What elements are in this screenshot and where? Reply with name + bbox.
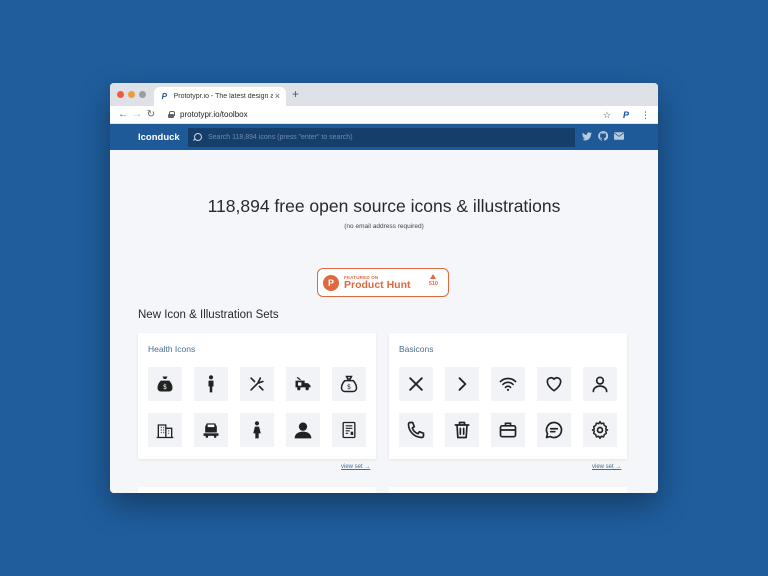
product-hunt-votes: 510 <box>429 274 438 287</box>
tab-strip: P Prototypr.io - The latest design and ×… <box>110 83 658 106</box>
trash-icon[interactable] <box>445 413 479 447</box>
phone-icon[interactable] <box>399 413 433 447</box>
chevron-right-icon[interactable] <box>445 367 479 401</box>
upvote-arrow-icon <box>430 274 437 279</box>
view-set-link-basicons[interactable]: view set → <box>592 464 621 470</box>
search-bar[interactable]: Search 118,894 icons (press "enter" to s… <box>188 127 575 147</box>
iconduck-logo[interactable]: Iconduck <box>138 132 188 143</box>
card-title[interactable]: Basicons <box>399 344 434 354</box>
product-hunt-badge[interactable]: P FEATURED ON Product Hunt 510 <box>317 268 449 297</box>
github-icon[interactable] <box>598 131 608 141</box>
heart-icon[interactable] <box>537 367 571 401</box>
browser-tab[interactable]: P Prototypr.io - The latest design and × <box>154 87 286 106</box>
mail-icon[interactable] <box>614 132 624 140</box>
address-bar: ← → ↻ prototypr.io/toolbox ☆ P ⋮ <box>110 106 658 124</box>
wifi-icon[interactable] <box>491 367 525 401</box>
view-set-link-health[interactable]: view set → <box>341 464 370 470</box>
social-links <box>582 131 624 141</box>
chat-icon[interactable] <box>537 413 571 447</box>
product-hunt-logo-icon: P <box>323 274 339 291</box>
briefcase-icon[interactable] <box>491 413 525 447</box>
user-icon[interactable] <box>286 413 320 447</box>
svg-text:$: $ <box>347 383 351 391</box>
money-bag-icon[interactable]: $ <box>332 367 366 401</box>
site-header: Iconduck Search 118,894 icons (press "en… <box>110 124 658 150</box>
woman-icon[interactable] <box>240 413 274 447</box>
svg-text:$: $ <box>163 383 167 391</box>
new-tab-button[interactable]: + <box>292 88 299 100</box>
reload-button[interactable]: ↻ <box>144 109 158 120</box>
ambulance-icon[interactable] <box>286 367 320 401</box>
icon-set-card-health[interactable]: Health Icons $ $ <box>138 333 376 459</box>
money-bag-icon[interactable]: $ <box>148 367 182 401</box>
maximize-window-button[interactable] <box>139 91 146 98</box>
page-title: 118,894 free open source icons & illustr… <box>207 196 561 216</box>
hospital-building-icon[interactable] <box>148 413 182 447</box>
prescription-icon[interactable] <box>332 413 366 447</box>
close-icon[interactable] <box>399 367 433 401</box>
icon-set-card-basicons[interactable]: Basicons <box>389 333 627 459</box>
minimize-window-button[interactable] <box>128 91 135 98</box>
gear-icon[interactable] <box>583 413 617 447</box>
user-icon[interactable] <box>583 367 617 401</box>
medicine-icon[interactable] <box>240 367 274 401</box>
prototypr-favicon-icon: P <box>161 92 167 101</box>
card-title[interactable]: Health Icons <box>148 344 195 354</box>
close-window-button[interactable] <box>117 91 124 98</box>
vote-count: 510 <box>428 281 438 287</box>
forward-button[interactable]: → <box>130 109 144 120</box>
bookmark-star-icon[interactable]: ☆ <box>603 109 611 121</box>
main-content: 118,894 free open source icons & illustr… <box>110 150 658 493</box>
back-button[interactable]: ← <box>116 109 130 120</box>
browser-menu-icon[interactable]: ⋮ <box>641 109 650 121</box>
search-input[interactable]: Search 118,894 icons (press "enter" to s… <box>208 134 353 141</box>
tab-title: Prototypr.io - The latest design and <box>173 93 273 100</box>
window-controls <box>117 91 146 98</box>
page-subtitle: (no email address required) <box>344 223 424 230</box>
sets-heading: New Icon & Illustration Sets <box>138 309 279 321</box>
search-icon <box>193 132 202 142</box>
browser-window: P Prototypr.io - The latest design and ×… <box>110 83 658 493</box>
vehicle-icon[interactable] <box>194 413 228 447</box>
url-field[interactable]: prototypr.io/toolbox <box>180 110 248 119</box>
icon-set-card-peek <box>138 487 376 493</box>
prototypr-extension-icon[interactable]: P <box>623 109 629 121</box>
product-hunt-name: Product Hunt <box>344 278 411 291</box>
tab-close-icon[interactable]: × <box>275 92 280 101</box>
person-icon[interactable] <box>194 367 228 401</box>
icon-set-card-peek <box>389 487 627 493</box>
twitter-icon[interactable] <box>582 131 592 141</box>
lock-icon[interactable] <box>168 111 175 118</box>
